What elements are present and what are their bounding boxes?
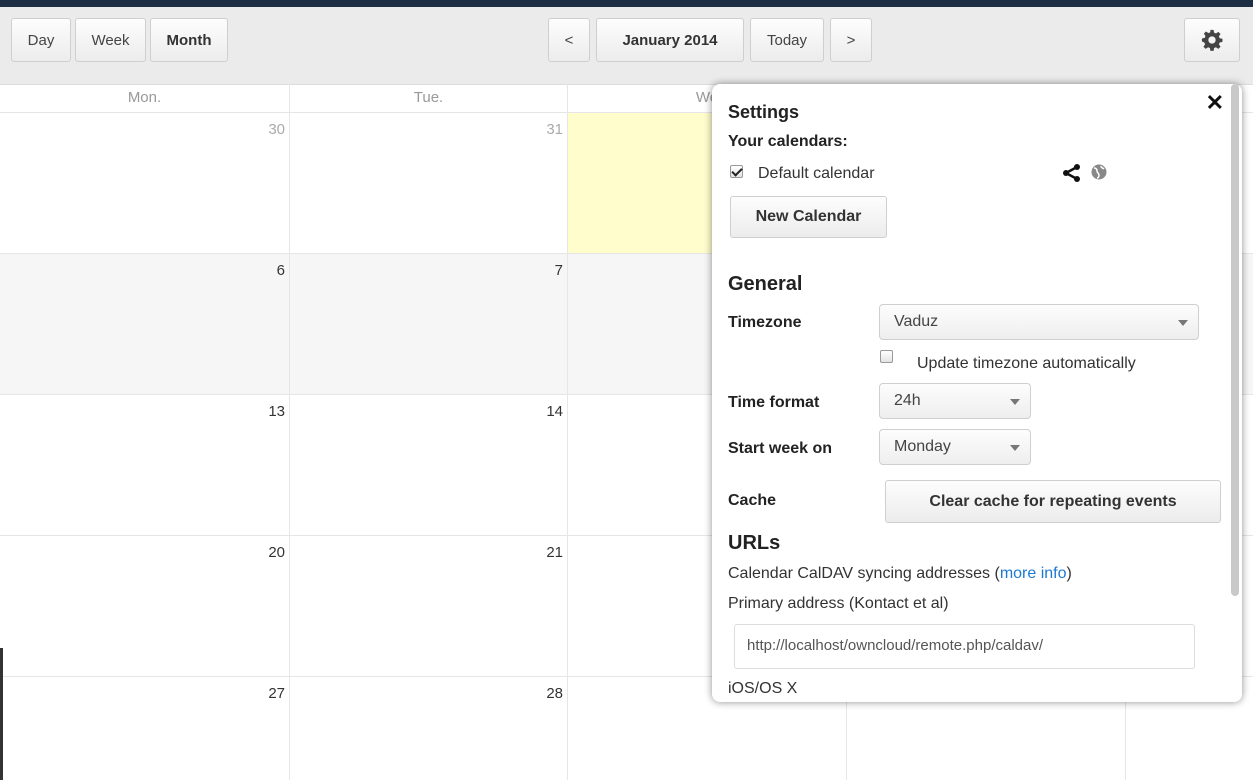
close-icon[interactable]: ✕ bbox=[1206, 90, 1224, 116]
update-timezone-checkbox[interactable] bbox=[880, 350, 893, 363]
primary-address-label: Primary address (Kontact et al) bbox=[728, 595, 949, 612]
scrollbar-track[interactable] bbox=[1230, 84, 1242, 702]
day-cell[interactable]: 27 bbox=[0, 677, 290, 780]
caldav-text: Calendar CalDAV syncing addresses ( bbox=[728, 565, 1000, 582]
more-info-link[interactable]: more info bbox=[1000, 565, 1067, 582]
day-number: 30 bbox=[268, 121, 285, 138]
chevron-down-icon bbox=[1178, 320, 1188, 326]
month-view-button[interactable]: Month bbox=[150, 18, 228, 62]
day-cell[interactable]: 13 bbox=[0, 395, 290, 536]
urls-heading: URLs bbox=[728, 532, 781, 554]
current-period-button[interactable]: January 2014 bbox=[596, 18, 744, 62]
day-cell[interactable]: 6 bbox=[0, 254, 290, 395]
day-number: 14 bbox=[546, 403, 563, 420]
previous-button[interactable]: < bbox=[548, 18, 590, 62]
day-cell[interactable]: 31 bbox=[290, 113, 568, 254]
day-number: 31 bbox=[546, 121, 563, 138]
timezone-value: Vaduz bbox=[894, 313, 939, 330]
settings-button[interactable] bbox=[1184, 18, 1240, 62]
day-number: 21 bbox=[546, 544, 563, 561]
settings-title: Settings bbox=[728, 102, 800, 122]
caldav-description: Calendar CalDAV syncing addresses (more … bbox=[728, 565, 1072, 583]
default-calendar-checkbox[interactable] bbox=[730, 165, 743, 178]
calendar-toolbar: Day Week Month < January 2014 Today > bbox=[0, 7, 1253, 85]
start-week-select[interactable]: Monday bbox=[879, 429, 1031, 465]
clear-cache-button[interactable]: Clear cache for repeating events bbox=[885, 480, 1221, 523]
day-number: 13 bbox=[268, 403, 285, 420]
weekday-tue: Tue. bbox=[290, 84, 568, 112]
week-view-button[interactable]: Week bbox=[75, 18, 146, 62]
day-number: 6 bbox=[276, 262, 285, 279]
today-button[interactable]: Today bbox=[750, 18, 824, 62]
day-number: 7 bbox=[554, 262, 563, 279]
time-format-value: 24h bbox=[894, 392, 921, 409]
timezone-label: Timezone bbox=[728, 314, 802, 331]
update-timezone-label: Update timezone automatically bbox=[917, 355, 1136, 372]
day-view-button[interactable]: Day bbox=[11, 18, 71, 62]
day-number: 27 bbox=[268, 685, 285, 702]
settings-popup: ✕ Settings Your calendars: Default calen… bbox=[712, 84, 1242, 702]
chevron-down-icon bbox=[1010, 399, 1020, 405]
share-icon[interactable] bbox=[1062, 163, 1082, 183]
day-number: 28 bbox=[546, 685, 563, 702]
default-calendar-label: Default calendar bbox=[758, 165, 875, 182]
next-button[interactable]: > bbox=[830, 18, 872, 62]
gear-icon bbox=[1201, 29, 1223, 51]
day-cell[interactable]: 20 bbox=[0, 536, 290, 677]
timezone-select[interactable]: Vaduz bbox=[879, 304, 1199, 340]
time-format-label: Time format bbox=[728, 394, 820, 411]
top-header-strip bbox=[0, 0, 1253, 7]
time-format-select[interactable]: 24h bbox=[879, 383, 1031, 419]
new-calendar-button[interactable]: New Calendar bbox=[730, 196, 887, 238]
day-number: 20 bbox=[268, 544, 285, 561]
day-cell[interactable]: 14 bbox=[290, 395, 568, 536]
day-cell[interactable]: 7 bbox=[290, 254, 568, 395]
your-calendars-label: Your calendars: bbox=[728, 133, 848, 150]
day-cell[interactable]: 28 bbox=[290, 677, 568, 780]
left-edge-bar bbox=[0, 648, 3, 780]
day-cell[interactable]: 21 bbox=[290, 536, 568, 677]
globe-icon[interactable] bbox=[1090, 163, 1108, 181]
weekday-mon: Mon. bbox=[0, 84, 290, 112]
start-week-value: Monday bbox=[894, 438, 951, 455]
chevron-down-icon bbox=[1010, 445, 1020, 451]
cache-label: Cache bbox=[728, 492, 777, 509]
general-heading: General bbox=[728, 273, 803, 295]
day-cell[interactable]: 30 bbox=[0, 113, 290, 254]
primary-address-field[interactable]: http://localhost/owncloud/remote.php/cal… bbox=[734, 624, 1195, 669]
scrollbar-thumb[interactable] bbox=[1231, 84, 1239, 596]
start-week-label: Start week on bbox=[728, 440, 833, 457]
ios-label: iOS/OS X bbox=[728, 680, 798, 697]
caldav-text-end: ) bbox=[1066, 565, 1072, 582]
